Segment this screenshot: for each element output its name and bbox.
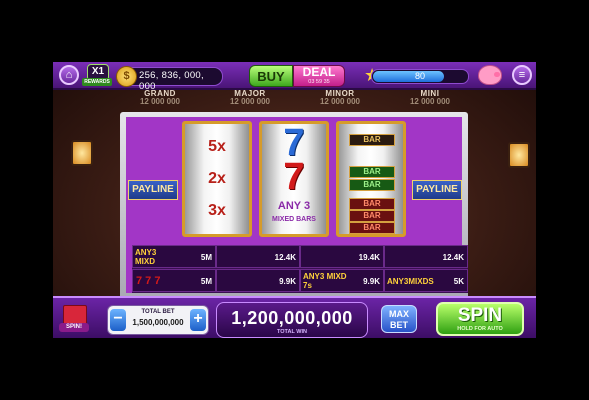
jackpot-value: 12 000 000 (409, 97, 451, 106)
lantern-left (71, 140, 93, 166)
rewards-label: REWARDS (82, 78, 112, 86)
reel-3: BAR BAR BAR BAR BAR BAR (336, 121, 406, 237)
buy-button[interactable]: BUY (249, 65, 293, 87)
slot-machine-frame: PAYLINE PAYLINE 5x 2x 3x 7 7 ANY 3 MIXED… (120, 112, 468, 300)
payline-left: PAYLINE (128, 180, 178, 200)
deal-timer: 03 59 35 (308, 79, 330, 85)
reel-area: PAYLINE PAYLINE 5x 2x 3x 7 7 ANY 3 MIXED… (126, 117, 468, 293)
top-bar: ⌂ X1 REWARDS $ 256, 836, 000, 000 BUY DE… (53, 62, 536, 92)
paytable-value: 9.9K (279, 277, 296, 286)
payline-right: PAYLINE (412, 180, 462, 200)
menu-icon[interactable]: ≡ (512, 65, 532, 85)
reel-symbol: MIXED BARS (272, 216, 316, 223)
total-bet-value: 1,500,000,000 (132, 318, 184, 327)
reel-symbol: 3x (208, 202, 226, 219)
reel-symbol: BAR (349, 210, 395, 222)
jackpot-major: MAJOR 12 000 000 (209, 90, 291, 106)
reel-symbol: BAR (349, 166, 395, 178)
spin-hold-label: HOLD FOR AUTO (457, 326, 503, 332)
jackpot-value: 12 000 000 (229, 97, 271, 106)
paytable-cell: ANY3 MIXD 5M (132, 245, 216, 268)
paytable-value: 12.4K (442, 253, 464, 262)
spin-label: SPIN (457, 305, 503, 326)
reel-2: 7 7 ANY 3 MIXED BARS (259, 121, 329, 237)
paytable-value: 19.4K (358, 253, 380, 262)
paytable-cell: 12.4K (384, 245, 468, 268)
reel-symbol: 5x (208, 138, 226, 155)
total-win-value: 1,200,000,000 (231, 308, 353, 328)
paytable-label: ANY3 MIXD 7s (303, 272, 347, 290)
reel-symbol: BAR (349, 222, 395, 234)
piggy-bank-icon[interactable] (478, 65, 502, 85)
increase-bet-button[interactable]: + (190, 309, 206, 331)
jackpot-value: 12 000 000 (139, 97, 181, 106)
paytable-value: 12.4K (274, 253, 296, 262)
level-value: 80 (414, 71, 425, 81)
paytable-cell: 7 7 7 5M (132, 269, 216, 292)
bottom-bar: SPIN! − TOTAL BET 1,500,000,000 + 1,200,… (53, 296, 536, 338)
seven-icons: 7 7 7 (136, 275, 161, 287)
coin-icon: $ (116, 66, 137, 87)
paytable-value: 5M (200, 277, 212, 286)
paytable-cell: 19.4K (300, 245, 384, 268)
paytable-cell: 12.4K (216, 245, 300, 268)
paytable-label: ANY3 MIXD (135, 248, 157, 266)
paytable-value: 5M (200, 253, 212, 262)
total-win-box: 1,200,000,000 TOTAL WIN (216, 302, 368, 338)
reel-1: 5x 2x 3x (182, 121, 252, 237)
slot-game: ⌂ X1 REWARDS $ 256, 836, 000, 000 BUY DE… (53, 62, 536, 338)
coin-balance: $ 256, 836, 000, 000 (116, 66, 223, 92)
max-bet-button[interactable]: MAX BET (381, 305, 417, 333)
home-icon[interactable]: ⌂ (59, 65, 79, 85)
jackpot-mini: MINI 12 000 000 (389, 90, 471, 106)
paytable-cell: ANY3MIXDS 5K (384, 269, 468, 292)
paytable-value: 5K (453, 277, 464, 286)
reel-symbol: 7 (283, 156, 305, 198)
jackpot-grand: GRAND 12 000 000 (119, 90, 201, 106)
max-bet-label: MAX (389, 309, 409, 319)
deal-label: DEAL (302, 65, 336, 79)
paytable: ANY3 MIXD 5M 12.4K 19.4K 12.4K 7 7 7 5M (132, 245, 468, 293)
gift-spin-label: SPIN! (59, 323, 89, 332)
total-win-label: TOTAL WIN (277, 329, 307, 335)
reel-symbol: BAR (349, 179, 395, 191)
jackpot-bar: GRAND 12 000 000 MAJOR 12 000 000 MINOR … (119, 90, 471, 106)
max-bet-label: BET (390, 320, 408, 330)
gift-icon (63, 305, 87, 325)
reel-symbol: 2x (208, 170, 226, 187)
rewards-multiplier[interactable]: X1 REWARDS (82, 64, 112, 86)
total-bet-box: − TOTAL BET 1,500,000,000 + (107, 305, 209, 335)
paytable-cell: ANY3 MIXD 7s 9.9K (300, 269, 384, 292)
decrease-bet-button[interactable]: − (110, 309, 126, 331)
paytable-cell: 9.9K (216, 269, 300, 292)
paytable-label: ANY3MIXDS (387, 277, 434, 286)
spin-button[interactable]: SPIN HOLD FOR AUTO (436, 302, 524, 336)
paytable-value: 9.9K (363, 277, 380, 286)
jackpot-value: 12 000 000 (319, 97, 361, 106)
reel-symbol: ANY 3 (277, 200, 311, 212)
gift-spin-button[interactable]: SPIN! (59, 299, 89, 332)
reel-symbol: BAR (349, 134, 395, 146)
lantern-right (508, 142, 530, 168)
level-progress-bar: 80 (371, 69, 469, 84)
reel-symbol: BAR (349, 198, 395, 210)
deal-button[interactable]: DEAL 03 59 35 (293, 65, 345, 87)
total-bet-label: TOTAL BET (141, 309, 175, 315)
jackpot-minor: MINOR 12 000 000 (299, 90, 381, 106)
